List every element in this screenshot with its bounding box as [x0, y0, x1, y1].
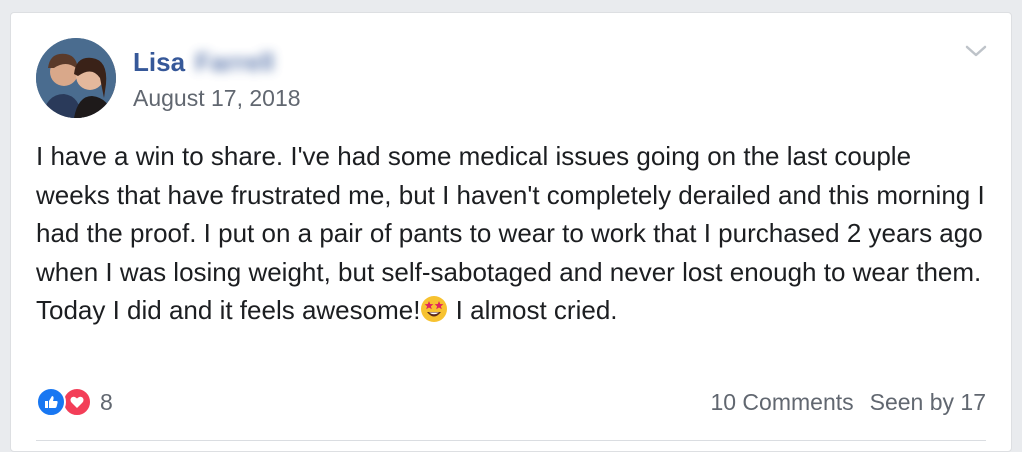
- post-stats: 10 Comments Seen by 17: [710, 385, 986, 419]
- star-struck-emoji-icon: [420, 295, 448, 323]
- post-card: Lisa Farrell August 17, 2018 I have a wi…: [10, 12, 1012, 452]
- author-last-name-blurred: Farrell: [195, 46, 275, 77]
- post-body: I have a win to share. I've had some med…: [36, 137, 991, 330]
- comments-count-link[interactable]: 10 Comments: [710, 389, 853, 416]
- author-first-name[interactable]: Lisa: [133, 47, 185, 78]
- author-name[interactable]: Lisa Farrell: [133, 45, 275, 79]
- post-footer: 8 10 Comments Seen by 17: [36, 385, 986, 419]
- post-timestamp[interactable]: August 17, 2018: [133, 85, 301, 112]
- author-avatar[interactable]: [36, 38, 116, 118]
- post-text-end: I almost cried.: [448, 295, 618, 325]
- seen-by-link[interactable]: Seen by 17: [870, 389, 986, 416]
- post-options-chevron-icon[interactable]: [963, 41, 989, 61]
- love-icon: [62, 387, 92, 417]
- footer-divider: [36, 440, 986, 441]
- reactions-summary[interactable]: 8: [36, 385, 113, 419]
- reaction-count: 8: [100, 388, 113, 415]
- like-icon: [36, 387, 66, 417]
